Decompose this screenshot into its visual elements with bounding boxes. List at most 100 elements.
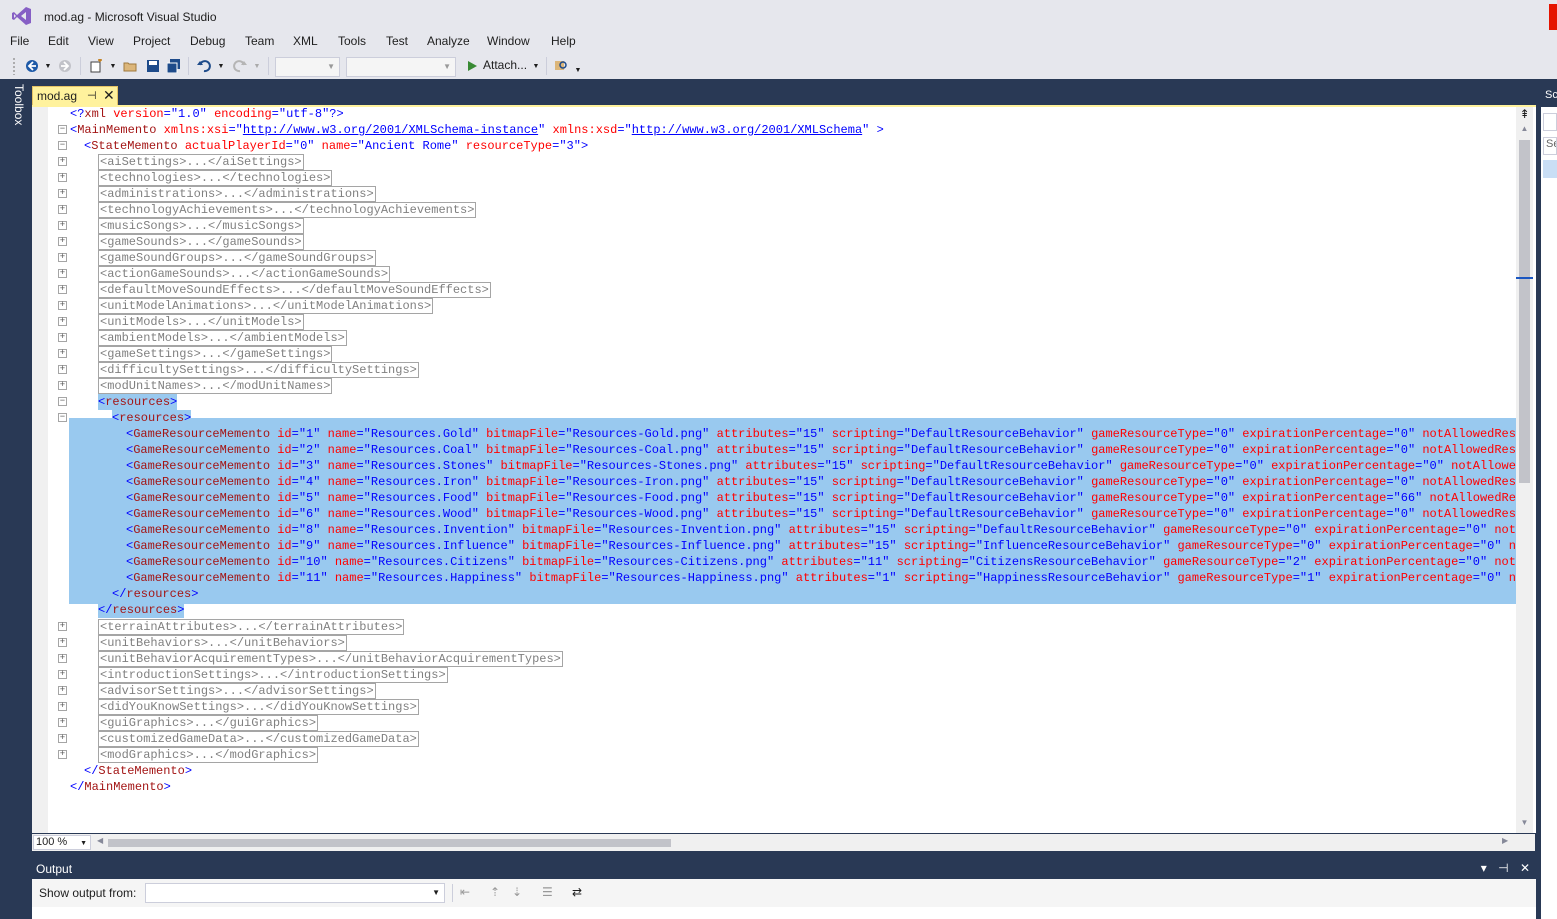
code-line[interactable]: + <didYouKnowSettings>...</didYouKnowSett… [32,699,1516,715]
toolbar-overflow-icon[interactable]: ▼ [573,61,583,79]
new-dropdown-icon[interactable]: ▼ [108,57,118,75]
redo-dropdown-icon[interactable]: ▼ [252,57,262,75]
collapsed-region[interactable]: <defaultMoveSoundEffects>...</defaultMov… [98,282,491,298]
expand-outline-icon[interactable]: + [58,702,67,711]
code-line[interactable]: <GameResourceMemento id="8" name="Resour… [32,522,1516,538]
code-line[interactable]: + <customizedGameData>...</customizedGame… [32,731,1516,747]
expand-outline-icon[interactable]: + [58,301,67,310]
close-icon[interactable]: ✕ [1520,861,1530,875]
menu-tools[interactable]: Tools [338,34,366,48]
code-line[interactable]: + <aiSettings>...</aiSettings> [32,154,1516,170]
expand-outline-icon[interactable]: + [58,750,67,759]
menu-help[interactable]: Help [551,34,576,48]
code-line[interactable]: + <actionGameSounds>...</actionGameSounds… [32,266,1516,282]
redo-icon[interactable] [232,57,248,75]
scroll-right-icon[interactable]: ▶ [1502,836,1508,845]
right-panel-search-input[interactable]: Se [1543,137,1557,155]
collapsed-region[interactable]: <unitBehaviors>...</unitBehaviors> [98,635,347,651]
clear-all-icon[interactable]: ☰ [542,885,553,899]
collapsed-region[interactable]: <gameSounds>...</gameSounds> [98,234,304,250]
code-line[interactable]: + <terrainAttributes>...</terrainAttribut… [32,619,1516,635]
go-to-next-message-icon[interactable]: ⇣ [512,885,522,899]
zoom-level-combo[interactable]: 100 % ▼ [33,835,91,850]
menu-debug[interactable]: Debug [190,34,225,48]
back-dropdown-icon[interactable]: ▼ [43,57,53,75]
right-panel-header[interactable]: Sc [1541,85,1557,107]
collapse-outline-icon[interactable]: − [58,413,67,422]
go-to-previous-message-icon[interactable]: ⇡ [490,885,500,899]
attach-button[interactable]: Attach... [483,58,527,72]
toolbar-grip[interactable] [12,57,16,75]
menu-analyze[interactable]: Analyze [427,34,470,48]
code-line[interactable]: <?xml version="1.0" encoding="utf-8"?> [32,107,1516,122]
code-line[interactable]: + <introductionSettings>...</introduction… [32,667,1516,683]
collapsed-region[interactable]: <guiGraphics>...</guiGraphics> [98,715,319,731]
toggle-word-wrap-icon[interactable]: ⇄ [572,885,582,899]
code-line[interactable]: <GameResourceMemento id="9" name="Resour… [32,538,1516,554]
undo-icon[interactable] [196,57,212,75]
code-line[interactable]: + <administrations>...</administrations> [32,186,1516,202]
undo-dropdown-icon[interactable]: ▼ [216,57,226,75]
collapse-outline-icon[interactable]: − [58,125,67,134]
code-area[interactable]: <?xml version="1.0" encoding="utf-8"?> − <… [32,107,1516,833]
expand-outline-icon[interactable]: + [58,381,67,390]
code-line[interactable]: <GameResourceMemento id="6" name="Resour… [32,506,1516,522]
scroll-up-icon[interactable]: ▲ [1516,124,1533,138]
expand-outline-icon[interactable]: + [58,638,67,647]
expand-outline-icon[interactable]: + [58,269,67,278]
code-line[interactable]: <GameResourceMemento id="5" name="Resour… [32,490,1516,506]
collapsed-region[interactable]: <unitModels>...</unitModels> [98,314,304,330]
start-play-icon[interactable] [465,57,479,75]
expand-outline-icon[interactable]: + [58,237,67,246]
menu-xml[interactable]: XML [293,34,318,48]
expand-outline-icon[interactable]: + [58,221,67,230]
code-line[interactable]: + <difficultySettings>...</difficultySett… [32,362,1516,378]
expand-outline-icon[interactable]: + [58,189,67,198]
code-line[interactable]: + <modUnitNames>...</modUnitNames> [32,378,1516,394]
collapsed-region[interactable]: <ambientModels>...</ambientModels> [98,330,347,346]
collapsed-region[interactable]: <musicSongs>...</musicSongs> [98,218,304,234]
expand-outline-icon[interactable]: + [58,157,67,166]
code-line[interactable]: + <advisorSettings>...</advisorSettings> [32,683,1516,699]
collapsed-region[interactable]: <actionGameSounds>...</actionGameSounds> [98,266,391,282]
collapsed-region[interactable]: <modGraphics>...</modGraphics> [98,747,319,763]
collapsed-region[interactable]: <technologyAchievements>...</technologyA… [98,202,477,218]
collapsed-region[interactable]: <modUnitNames>...</modUnitNames> [98,378,333,394]
collapsed-region[interactable]: <introductionSettings>...</introductionS… [98,667,448,683]
right-panel-toolbar-icon[interactable] [1543,113,1557,131]
menu-view[interactable]: View [88,34,114,48]
close-icon[interactable]: ✕ [103,87,115,104]
collapsed-region[interactable]: <technologies>...</technologies> [98,170,333,186]
pin-icon[interactable]: ⊣ [87,89,97,102]
open-file-icon[interactable] [122,57,138,75]
collapsed-region[interactable]: <administrations>...</administrations> [98,186,376,202]
navigate-forward-icon[interactable] [57,57,73,75]
solution-platform-combo[interactable]: ▼ [346,57,456,77]
collapsed-region[interactable]: <difficultySettings>...</difficultySetti… [98,362,419,378]
code-line[interactable]: + <unitBehaviors>...</unitBehaviors> [32,635,1516,651]
collapse-outline-icon[interactable]: − [58,141,67,150]
code-line[interactable]: <GameResourceMemento id="10" name="Resou… [32,554,1516,570]
find-in-files-icon[interactable] [553,57,569,75]
find-message-in-code-icon[interactable]: ⇤ [460,885,470,899]
code-line[interactable]: + <musicSongs>...</musicSongs> [32,218,1516,234]
code-line[interactable]: + <technologies>...</technologies> [32,170,1516,186]
expand-outline-icon[interactable]: + [58,654,67,663]
xml-editor[interactable]: <?xml version="1.0" encoding="utf-8"?> − <… [32,107,1536,833]
expand-outline-icon[interactable]: + [58,285,67,294]
code-line[interactable]: </resources> [32,586,1516,602]
code-line[interactable]: </MainMemento> [32,779,1516,795]
code-line[interactable]: + <gameSounds>...</gameSounds> [32,234,1516,250]
expand-outline-icon[interactable]: + [58,317,67,326]
menu-test[interactable]: Test [386,34,408,48]
code-line[interactable]: </resources> [32,602,1516,618]
code-line[interactable]: <GameResourceMemento id="3" name="Resour… [32,458,1516,474]
save-all-icon[interactable] [166,57,182,75]
expand-outline-icon[interactable]: + [58,205,67,214]
expand-outline-icon[interactable]: + [58,333,67,342]
attach-dropdown-icon[interactable]: ▼ [531,57,541,75]
window-position-dropdown-icon[interactable]: ▾ [1481,861,1487,875]
code-line[interactable]: − <resources> [32,394,1516,410]
expand-outline-icon[interactable]: + [58,253,67,262]
expand-outline-icon[interactable]: + [58,365,67,374]
